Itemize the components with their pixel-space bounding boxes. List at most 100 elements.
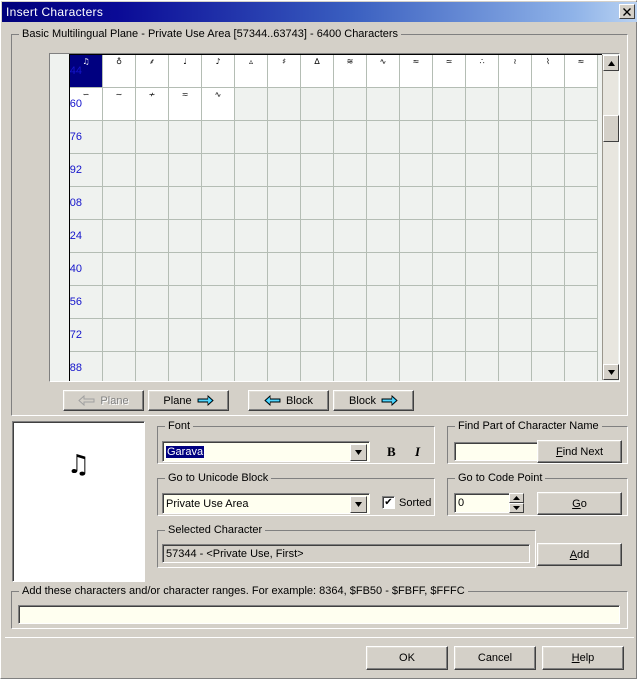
- prev-block-button[interactable]: Block: [248, 390, 329, 411]
- find-next-button[interactable]: Find Next: [537, 440, 622, 463]
- grid-cell[interactable]: [367, 220, 400, 253]
- grid-cell[interactable]: ∿: [202, 88, 235, 121]
- grid-cell[interactable]: [103, 352, 136, 381]
- grid-cell[interactable]: [334, 121, 367, 154]
- grid-cell[interactable]: [565, 352, 598, 381]
- grid-cell[interactable]: [169, 121, 202, 154]
- grid-cell[interactable]: ∼: [103, 88, 136, 121]
- grid-cell[interactable]: [334, 319, 367, 352]
- grid-cell[interactable]: [103, 253, 136, 286]
- grid-cell[interactable]: [499, 286, 532, 319]
- grid-cell[interactable]: [400, 187, 433, 220]
- grid-cell[interactable]: [499, 154, 532, 187]
- grid-cell[interactable]: [136, 352, 169, 381]
- grid-cell[interactable]: [202, 319, 235, 352]
- stepper-down-icon[interactable]: [509, 503, 524, 513]
- grid-cell[interactable]: [268, 319, 301, 352]
- grid-cell[interactable]: [334, 253, 367, 286]
- grid-cell[interactable]: [367, 187, 400, 220]
- grid-cell[interactable]: [367, 154, 400, 187]
- grid-cell[interactable]: [136, 187, 169, 220]
- add-button[interactable]: Add: [537, 543, 622, 566]
- grid-cell[interactable]: [169, 286, 202, 319]
- grid-cell[interactable]: [565, 88, 598, 121]
- grid-cell[interactable]: [169, 154, 202, 187]
- grid-cell[interactable]: [466, 352, 499, 381]
- grid-cell[interactable]: [103, 286, 136, 319]
- close-icon[interactable]: [619, 4, 635, 19]
- scroll-up-icon[interactable]: [603, 55, 619, 71]
- grid-cell[interactable]: [136, 286, 169, 319]
- grid-cell[interactable]: [466, 286, 499, 319]
- grid-cell[interactable]: [532, 187, 565, 220]
- grid-cell[interactable]: [466, 88, 499, 121]
- grid-cell[interactable]: [103, 220, 136, 253]
- go-button[interactable]: Go: [537, 492, 622, 515]
- grid-cell[interactable]: [367, 253, 400, 286]
- grid-cell[interactable]: [433, 154, 466, 187]
- grid-cell[interactable]: [499, 220, 532, 253]
- sorted-checkbox[interactable]: ✔: [382, 496, 395, 509]
- grid-cell[interactable]: [433, 88, 466, 121]
- grid-cell[interactable]: [400, 319, 433, 352]
- grid-cell[interactable]: ♯: [268, 55, 301, 88]
- grid-cell[interactable]: [433, 319, 466, 352]
- grid-cell[interactable]: ♪: [202, 55, 235, 88]
- grid-cell[interactable]: [499, 352, 532, 381]
- title-bar[interactable]: Insert Characters: [2, 2, 637, 22]
- grid-cell[interactable]: [433, 286, 466, 319]
- grid-cell[interactable]: [499, 187, 532, 220]
- grid-cell[interactable]: [235, 121, 268, 154]
- grid-cell[interactable]: ∆: [301, 55, 334, 88]
- grid-cell[interactable]: [202, 154, 235, 187]
- grid-cell[interactable]: [169, 253, 202, 286]
- grid-cell[interactable]: [334, 352, 367, 381]
- next-plane-button[interactable]: Plane: [148, 390, 229, 411]
- ok-button[interactable]: OK: [366, 646, 448, 670]
- grid-cell[interactable]: [565, 187, 598, 220]
- grid-cell[interactable]: [268, 121, 301, 154]
- grid-cell[interactable]: [103, 319, 136, 352]
- ranges-input[interactable]: [18, 605, 620, 624]
- grid-cell[interactable]: [367, 319, 400, 352]
- grid-cell[interactable]: [532, 154, 565, 187]
- grid-cell[interactable]: [334, 187, 367, 220]
- grid-cell[interactable]: [400, 352, 433, 381]
- grid-cell[interactable]: [466, 121, 499, 154]
- grid-cell[interactable]: [268, 352, 301, 381]
- grid-cell[interactable]: [499, 319, 532, 352]
- stepper-up-icon[interactable]: [509, 493, 524, 503]
- grid-cell[interactable]: ≃: [433, 55, 466, 88]
- grid-cell[interactable]: [202, 286, 235, 319]
- grid-cell[interactable]: [301, 352, 334, 381]
- grid-cell[interactable]: [334, 88, 367, 121]
- grid-cell[interactable]: [235, 286, 268, 319]
- grid-cell[interactable]: [499, 121, 532, 154]
- grid-cell[interactable]: [433, 220, 466, 253]
- grid-cell[interactable]: ⸙: [136, 55, 169, 88]
- grid-cell[interactable]: [565, 253, 598, 286]
- grid-cell[interactable]: ♩: [169, 55, 202, 88]
- grid-cell[interactable]: [433, 352, 466, 381]
- grid-cell[interactable]: [235, 88, 268, 121]
- grid-vertical-scrollbar[interactable]: [602, 55, 619, 380]
- grid-cell[interactable]: [367, 352, 400, 381]
- grid-cell[interactable]: [499, 253, 532, 286]
- grid-cell[interactable]: [532, 253, 565, 286]
- grid-cell[interactable]: ≈: [565, 55, 598, 88]
- grid-cell[interactable]: [268, 286, 301, 319]
- grid-cell[interactable]: [532, 352, 565, 381]
- codepoint-stepper[interactable]: [509, 493, 524, 513]
- grid-cell[interactable]: [400, 88, 433, 121]
- grid-cell[interactable]: [301, 121, 334, 154]
- grid-cell[interactable]: [532, 88, 565, 121]
- grid-cell[interactable]: [400, 286, 433, 319]
- font-combo[interactable]: Garava: [162, 441, 370, 462]
- grid-cell[interactable]: [532, 286, 565, 319]
- scroll-down-icon[interactable]: [603, 364, 619, 380]
- grid-cell[interactable]: [235, 253, 268, 286]
- grid-cell[interactable]: [334, 154, 367, 187]
- grid-cell[interactable]: [466, 154, 499, 187]
- grid-cell[interactable]: [400, 154, 433, 187]
- grid-cell[interactable]: [202, 187, 235, 220]
